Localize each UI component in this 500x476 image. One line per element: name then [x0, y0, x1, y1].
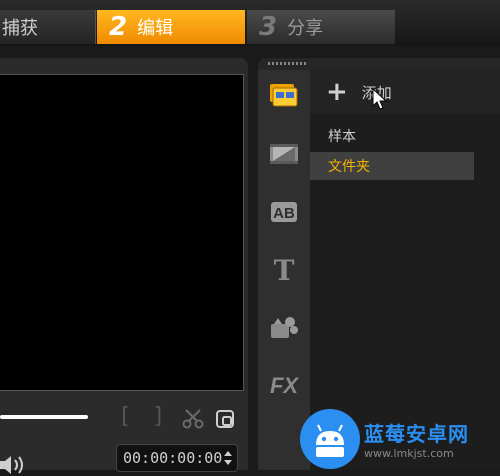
preview-window	[0, 74, 244, 391]
tab-capture-label: 捕获	[2, 18, 38, 39]
tab-edit-label: 编辑	[137, 18, 174, 39]
scrub-bar[interactable]	[0, 415, 88, 419]
volume-icon[interactable]	[0, 454, 30, 476]
media-icon[interactable]	[268, 80, 300, 112]
folder-item-label: 文件夹	[328, 159, 370, 175]
preview-panel: [ ] 00:00:00:00	[0, 58, 248, 474]
fx-icon[interactable]: FX	[268, 370, 300, 402]
add-folder-button[interactable]: + 添加	[310, 70, 500, 114]
tab-edit[interactable]: 2 编辑	[97, 10, 245, 44]
title-icon[interactable]: T	[268, 254, 300, 287]
transition-icon[interactable]	[268, 138, 300, 170]
watermark-url: www.lmkjst.com	[364, 447, 454, 460]
folder-item-folder[interactable]: 文件夹	[310, 152, 474, 180]
folder-item-label: 样本	[328, 129, 356, 145]
timecode-value: 00:00:00:00	[123, 449, 223, 467]
enlarge-icon[interactable]	[214, 408, 236, 430]
tab-edit-number: 2	[109, 12, 128, 42]
watermark: 蓝莓安卓网 www.lmkjst.com	[300, 408, 500, 470]
graphics-icon[interactable]	[268, 312, 300, 344]
title-overlay-icon[interactable]: AB	[268, 196, 300, 228]
scissors-icon[interactable]	[182, 408, 204, 430]
tab-share[interactable]: 3 分享	[247, 10, 395, 44]
plus-icon: +	[326, 77, 348, 107]
panel-grip[interactable]	[268, 62, 308, 65]
timecode-spinner-icon[interactable]	[223, 449, 233, 467]
tab-share-label: 分享	[287, 18, 324, 39]
tab-capture[interactable]: 捕获	[0, 10, 96, 44]
folder-item-sample[interactable]: 样本	[310, 122, 474, 150]
step-bar: 捕获 2 编辑 3 分享	[0, 0, 500, 46]
tab-share-number: 3	[259, 12, 278, 42]
mark-in-button[interactable]: [	[118, 404, 131, 429]
mouse-cursor-icon	[372, 88, 388, 110]
svg-text:AB: AB	[273, 205, 295, 222]
android-robot-icon	[316, 424, 344, 457]
watermark-logo	[300, 409, 360, 469]
watermark-brand: 蓝莓安卓网	[364, 422, 469, 446]
timecode-field[interactable]: 00:00:00:00	[116, 444, 238, 472]
mark-out-button[interactable]: ]	[152, 404, 165, 429]
